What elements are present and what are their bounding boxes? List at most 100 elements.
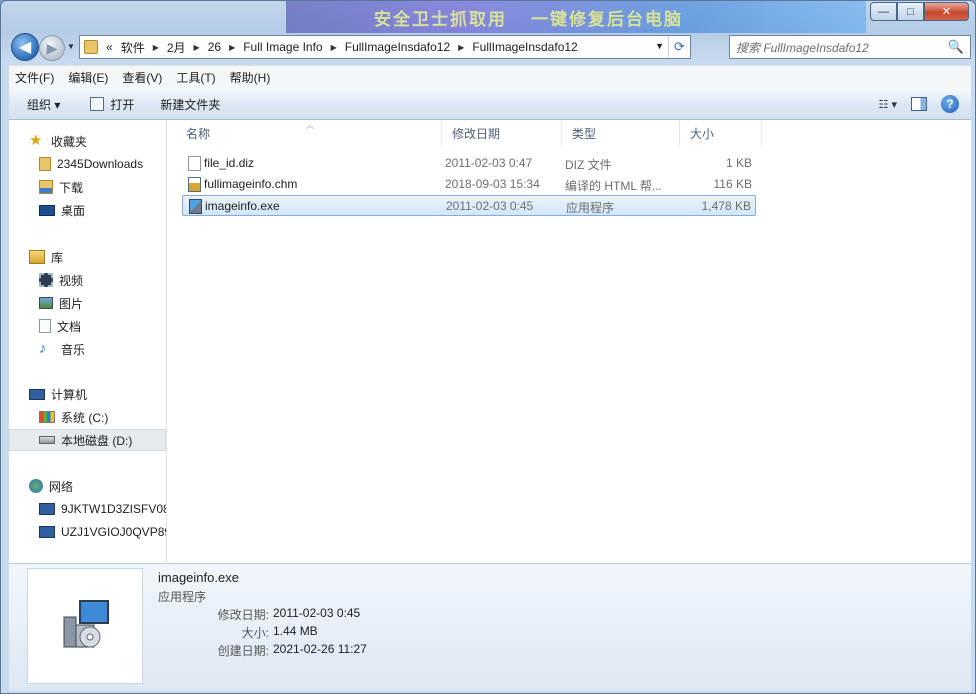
ad-banner[interactable]: 安全卫士抓取用 一键修复后台电脑 — [286, 1, 866, 33]
sidebar-item-desktop[interactable]: 桌面 — [9, 199, 166, 221]
sidebar-item-network-pc[interactable]: 9JKTW1D3ZISFV08 — [9, 498, 166, 520]
breadcrumb-separator-icon[interactable]: ▶ — [153, 43, 159, 52]
back-button[interactable]: ◀ — [11, 33, 39, 61]
history-dropdown-icon[interactable]: ▼ — [67, 42, 75, 51]
column-header-modified[interactable]: 修改日期 — [442, 120, 562, 146]
sidebar-item-label: 视频 — [59, 273, 84, 288]
breadcrumb-overflow[interactable]: « — [106, 40, 113, 54]
sidebar-item-label: 系统 (C:) — [61, 410, 109, 425]
details-created-label: 创建日期: — [217, 644, 269, 658]
computer-icon — [29, 388, 45, 400]
installer-icon — [63, 600, 109, 648]
sidebar-item-label: 桌面 — [61, 203, 86, 218]
breadcrumb-separator-icon[interactable]: ▶ — [331, 43, 337, 52]
sidebar-item-drive-c[interactable]: 系统 (C:) — [9, 406, 166, 428]
downloads-folder-icon — [39, 180, 53, 194]
sidebar-item-drive-d[interactable]: 本地磁盘 (D:) — [9, 429, 166, 451]
sidebar-item-2345downloads[interactable]: 2345Downloads — [9, 153, 166, 175]
sidebar-item-library[interactable]: 库 — [9, 246, 166, 268]
refresh-icon[interactable]: ⟳ — [668, 36, 690, 58]
details-modified-label: 修改日期: — [217, 608, 269, 622]
file-type: 编译的 HTML 帮... — [565, 179, 662, 193]
sidebar-item-computer[interactable]: 计算机 — [9, 383, 166, 405]
column-header-size[interactable]: 大小 — [680, 120, 762, 146]
file-size: 1 KB — [725, 156, 752, 170]
sidebar-item-favorites[interactable]: ★ 收藏夹 — [9, 130, 166, 152]
organize-button[interactable]: 组织 ▾ — [27, 96, 60, 113]
sidebar-item-label: 音乐 — [61, 342, 86, 357]
breadcrumb-item[interactable]: FullImageInsdafo12 — [345, 40, 450, 54]
view-options-icon[interactable]: ☷ ▾ — [879, 98, 897, 111]
sidebar-item-videos[interactable]: 视频 — [9, 269, 166, 291]
column-label: 大小 — [690, 126, 715, 141]
details-size-label: 大小: — [241, 626, 269, 640]
open-label: 打开 — [110, 97, 135, 112]
sidebar-item-label: 库 — [51, 250, 64, 265]
sidebar-item-label: UZJ1VGIOJ0QVP89 — [61, 525, 167, 539]
file-modified: 2018-09-03 15:34 — [445, 177, 540, 191]
sidebar-item-network[interactable]: 网络 — [9, 475, 166, 497]
breadcrumb-separator-icon[interactable]: ▶ — [194, 43, 200, 52]
sidebar-item-network-pc[interactable]: UZJ1VGIOJ0QVP89 — [9, 521, 166, 543]
file-row[interactable]: file_id.diz 2011-02-03 0:47 DIZ 文件 1 KB — [182, 153, 756, 174]
sidebar-item-pictures[interactable]: 图片 — [9, 292, 166, 314]
command-bar: 组织 ▾ 打开 新建文件夹 ☷ ▾ ? — [9, 89, 971, 120]
network-computer-icon — [39, 526, 55, 538]
help-icon[interactable]: ? — [941, 95, 959, 113]
forward-button[interactable]: ▶ — [39, 35, 65, 61]
breadcrumb-separator-icon[interactable]: ▶ — [229, 43, 235, 52]
navigation-pane[interactable]: ★ 收藏夹 2345Downloads 下载 桌面 库 视频 图片 文档 ♪ 音… — [9, 120, 167, 563]
file-modified: 2011-02-03 0:47 — [445, 156, 533, 170]
open-button[interactable]: 打开 — [90, 96, 134, 113]
sidebar-item-music[interactable]: ♪ 音乐 — [9, 338, 166, 360]
sidebar-item-label: 计算机 — [51, 387, 88, 402]
sidebar-item-downloads[interactable]: 下载 — [9, 176, 166, 198]
breadcrumb-item[interactable]: 软件 — [121, 39, 145, 56]
network-icon — [29, 479, 43, 493]
new-folder-button[interactable]: 新建文件夹 — [160, 96, 220, 113]
minimize-button[interactable]: — — [870, 2, 897, 21]
video-icon — [39, 273, 53, 287]
breadcrumb-separator-icon[interactable]: ▶ — [458, 43, 464, 52]
close-button[interactable]: ✕ — [924, 2, 969, 21]
breadcrumb-item[interactable]: 26 — [208, 40, 221, 54]
details-modified-value: 2011-02-03 0:45 — [273, 606, 361, 620]
breadcrumb-item[interactable]: FullImageInsdafo12 — [472, 40, 577, 54]
menu-view[interactable]: 查看(V) — [122, 69, 162, 86]
menu-bar: 文件(F) 编辑(E) 查看(V) 工具(T) 帮助(H) — [9, 65, 971, 89]
desktop-icon — [39, 204, 55, 216]
column-header-name[interactable]: 名称 — [176, 120, 442, 146]
menu-tools[interactable]: 工具(T) — [176, 69, 215, 86]
picture-icon — [39, 297, 53, 309]
preview-pane-icon[interactable] — [911, 97, 927, 111]
chm-file-icon — [188, 177, 201, 192]
search-input[interactable]: 搜索 FullImageInsdafo12 🔍 — [729, 35, 971, 59]
star-icon: ★ — [29, 132, 43, 149]
sidebar-item-documents[interactable]: 文档 — [9, 315, 166, 337]
file-row[interactable]: imageinfo.exe 2011-02-03 0:45 应用程序 1,478… — [182, 195, 756, 216]
sidebar-item-label: 下载 — [59, 180, 84, 195]
details-pane: imageinfo.exe 应用程序 修改日期: 2011-02-03 0:45… — [9, 563, 971, 691]
search-icon[interactable]: 🔍 — [948, 39, 964, 55]
banner-text-2: 一键修复后台电脑 — [531, 9, 683, 29]
menu-file[interactable]: 文件(F) — [15, 69, 54, 86]
sidebar-item-label: 9JKTW1D3ZISFV08 — [61, 502, 167, 516]
main-content: ★ 收藏夹 2345Downloads 下载 桌面 库 视频 图片 文档 ♪ 音… — [9, 120, 971, 563]
menu-help[interactable]: 帮助(H) — [230, 69, 271, 86]
menu-edit[interactable]: 编辑(E) — [68, 69, 108, 86]
file-size: 1,478 KB — [701, 199, 751, 213]
maximize-button[interactable]: □ — [897, 2, 924, 21]
breadcrumb-item[interactable]: 2月 — [167, 39, 186, 56]
breadcrumb-item[interactable]: Full Image Info — [243, 40, 322, 54]
search-placeholder: 搜索 FullImageInsdafo12 — [736, 40, 869, 55]
column-header-type[interactable]: 类型 — [562, 120, 680, 146]
address-dropdown-icon[interactable]: ▼ — [655, 41, 664, 51]
file-type: DIZ 文件 — [565, 158, 612, 172]
file-size: 116 KB — [713, 177, 752, 191]
details-size-value: 1.44 MB — [273, 624, 318, 638]
file-row[interactable]: fullimageinfo.chm 2018-09-03 15:34 编译的 H… — [182, 174, 756, 195]
column-label: 修改日期 — [452, 126, 501, 141]
file-list[interactable]: ︿ 名称 修改日期 类型 大小 file_id.diz 2011-02-03 0… — [168, 120, 971, 563]
address-bar[interactable]: « 软件 ▶ 2月 ▶ 26 ▶ Full Image Info ▶ FullI… — [79, 35, 691, 59]
explorer-window: 安全卫士抓取用 一键修复后台电脑 — □ ✕ ◀ ▶ ▼ « 软件 ▶ 2月 ▶… — [0, 0, 976, 694]
